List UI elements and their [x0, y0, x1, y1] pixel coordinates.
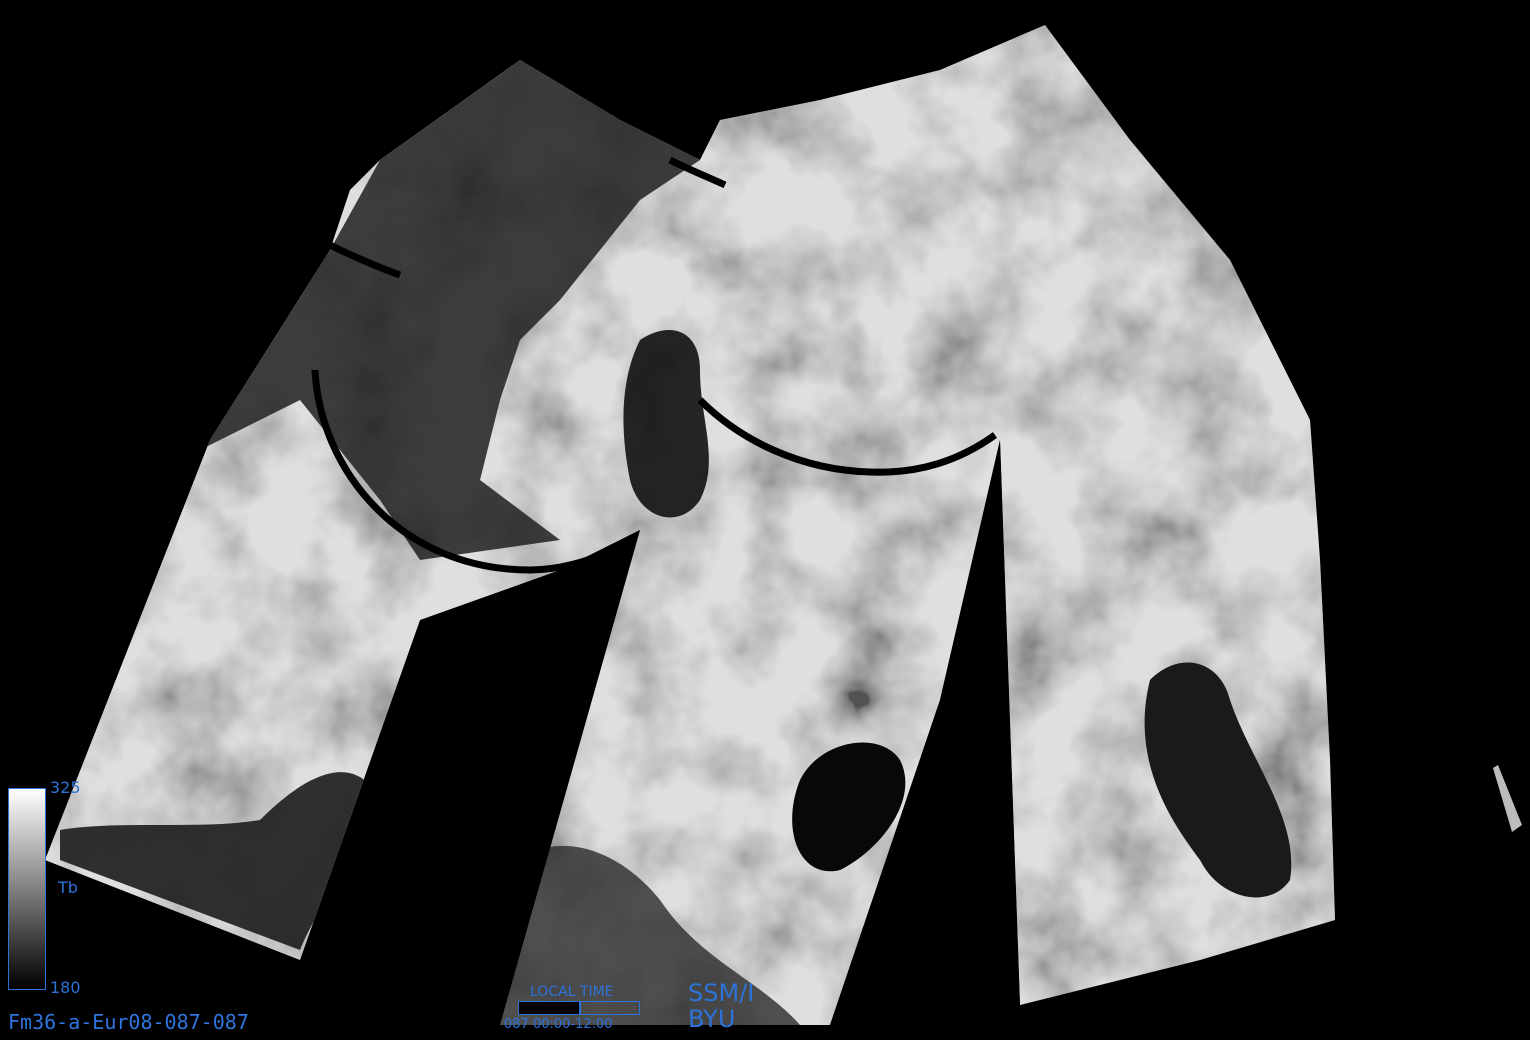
local-time-range: 087 00:00-12:00 — [504, 1017, 613, 1032]
product-filename: Fm36-a-Eur08-087-087 — [8, 1010, 249, 1034]
local-time-bar — [518, 1001, 640, 1015]
map-viewer: 325 Tb 180 LOCAL TIME 087 00:00-12:00 SS… — [0, 0, 1530, 1040]
institution-label: BYU — [688, 1005, 736, 1033]
local-time-bar-fill — [519, 1002, 581, 1014]
colorbar-min-label: 180 — [50, 978, 81, 997]
baltic-region — [623, 330, 709, 518]
local-time-title: LOCAL TIME — [530, 984, 614, 1000]
brightness-temperature-map — [45, 25, 1522, 1025]
colorbar-variable-label: Tb — [58, 878, 78, 897]
colorbar-max-label: 325 — [50, 778, 81, 797]
colorbar — [8, 788, 46, 990]
sensor-label: SSM/I — [688, 979, 755, 1007]
